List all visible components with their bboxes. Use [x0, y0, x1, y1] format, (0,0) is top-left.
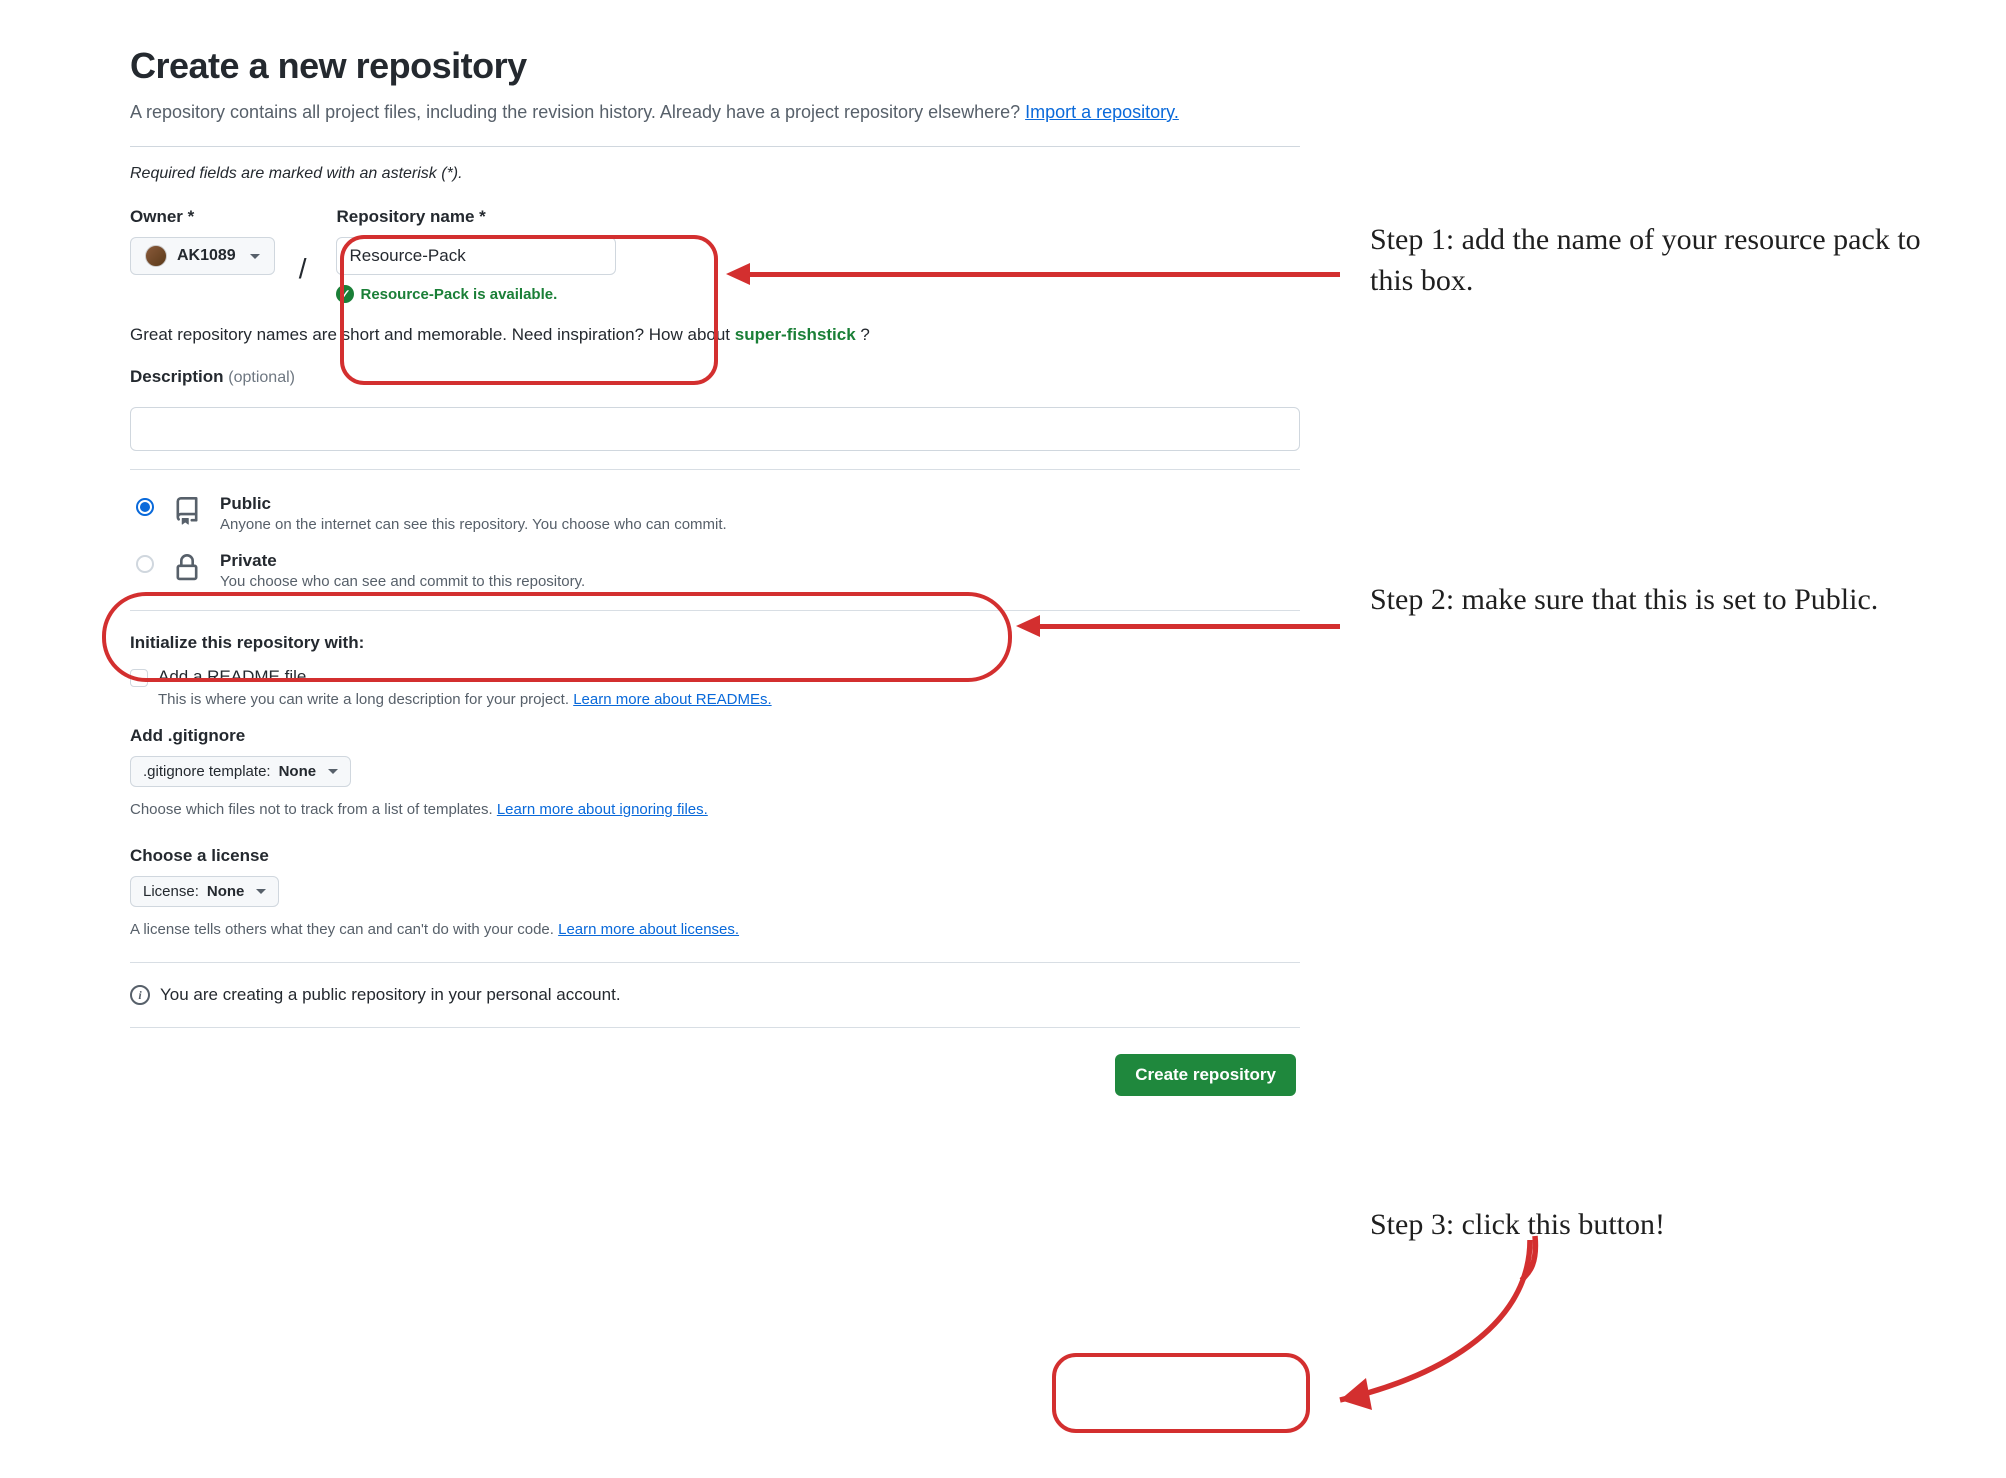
divider: [130, 146, 1300, 147]
chevron-down-icon: [256, 889, 266, 894]
annotation-text-1: Step 1: add the name of your resource pa…: [1370, 220, 1930, 301]
description-input[interactable]: [130, 407, 1300, 451]
description-label: Description (optional): [130, 367, 1300, 387]
private-title: Private: [220, 551, 585, 571]
license-select-button[interactable]: License: None: [130, 876, 279, 907]
license-learn-more-link[interactable]: Learn more about licenses.: [558, 921, 739, 938]
avatar: [145, 245, 167, 267]
annotation-text-2: Step 2: make sure that this is set to Pu…: [1370, 580, 1930, 621]
availability-status: ✓ Resource-Pack is available.: [336, 285, 616, 303]
visibility-private-option[interactable]: Private You choose who can see and commi…: [130, 547, 1300, 590]
visibility-public-option[interactable]: Public Anyone on the internet can see th…: [130, 490, 1300, 547]
slash-separator: /: [299, 253, 313, 285]
page-title: Create a new repository: [130, 45, 1300, 87]
import-repo-link[interactable]: Import a repository.: [1025, 102, 1179, 122]
required-note: Required fields are marked with an aster…: [130, 165, 1300, 183]
chevron-down-icon: [328, 769, 338, 774]
annotation-circle-3: [1052, 1353, 1310, 1433]
gitignore-note: Choose which files not to track from a l…: [130, 801, 1300, 818]
owner-select-button[interactable]: AK1089: [130, 237, 275, 275]
repo-name-input[interactable]: [336, 237, 616, 275]
lock-icon: [170, 551, 204, 585]
readme-desc: This is where you can write a long descr…: [158, 691, 1300, 708]
public-title: Public: [220, 494, 727, 514]
radio-public[interactable]: [136, 498, 154, 516]
readme-label: Add a README file: [158, 667, 306, 687]
license-note: A license tells others what they can and…: [130, 921, 1300, 938]
readme-checkbox[interactable]: [130, 669, 148, 687]
repo-name-field: Repository name * ✓ Resource-Pack is ava…: [336, 207, 616, 303]
gitignore-heading: Add .gitignore: [130, 726, 1300, 746]
page-subhead: A repository contains all project files,…: [130, 99, 1300, 126]
gitignore-select-button[interactable]: .gitignore template: None: [130, 756, 351, 787]
suggestion-link[interactable]: super-fishstick: [735, 325, 856, 344]
visibility-section: Public Anyone on the internet can see th…: [130, 469, 1300, 611]
public-desc: Anyone on the internet can see this repo…: [220, 516, 727, 533]
chevron-down-icon: [250, 254, 260, 259]
create-repository-button[interactable]: Create repository: [1115, 1054, 1296, 1096]
check-circle-icon: ✓: [336, 285, 354, 303]
annotation-arrow-3: [1300, 1230, 1570, 1430]
info-banner: i You are creating a public repository i…: [130, 962, 1300, 1028]
owner-label: Owner *: [130, 207, 275, 227]
private-desc: You choose who can see and commit to thi…: [220, 573, 585, 590]
repo-name-label: Repository name *: [336, 207, 616, 227]
annotation-text-3: Step 3: click this button!: [1370, 1205, 1930, 1246]
create-repo-form: Create a new repository A repository con…: [130, 45, 1300, 1096]
owner-name: AK1089: [177, 247, 236, 265]
naming-hint: Great repository names are short and mem…: [130, 325, 1300, 345]
init-heading: Initialize this repository with:: [130, 633, 1300, 653]
license-heading: Choose a license: [130, 846, 1300, 866]
readme-learn-more-link[interactable]: Learn more about READMEs.: [573, 691, 771, 708]
gitignore-learn-more-link[interactable]: Learn more about ignoring files.: [497, 801, 708, 818]
radio-private[interactable]: [136, 555, 154, 573]
info-icon: i: [130, 985, 150, 1005]
repo-icon: [170, 494, 204, 528]
owner-field: Owner * AK1089: [130, 207, 275, 275]
